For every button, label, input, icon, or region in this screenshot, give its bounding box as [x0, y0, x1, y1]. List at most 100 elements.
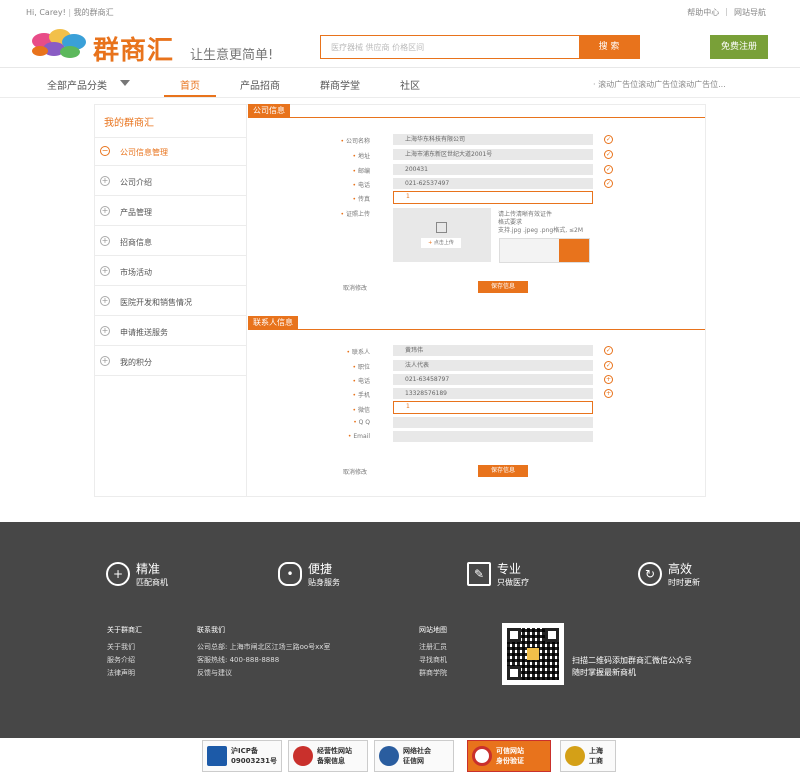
- slogan: 让生意更简单!: [190, 48, 274, 63]
- email-field[interactable]: [393, 431, 593, 442]
- field-label: • 邮编: [352, 168, 370, 175]
- shanghai-aic-badge[interactable]: 上海 工商: [560, 740, 616, 772]
- credit-badge[interactable]: 网络社会 征信网: [374, 740, 454, 772]
- add-icon[interactable]: +: [604, 389, 613, 398]
- icp-icon: [207, 746, 227, 766]
- main-nav: 全部产品分类 首页 产品招商 群商学堂 社区 · 滚动广告位滚动广告位滚动广告位…: [0, 68, 800, 98]
- help-center-link[interactable]: 帮助中心: [687, 7, 719, 18]
- sidebar-item-company-info[interactable]: − 公司信息管理: [94, 136, 247, 166]
- section-title: 联系人信息: [248, 316, 298, 330]
- footer-link[interactable]: 注册汇员: [419, 641, 447, 654]
- company-name-field[interactable]: 上海华东科技有限公司: [393, 134, 593, 145]
- sidebar-title: 我的群商汇: [104, 118, 154, 129]
- save-button[interactable]: 保存信息: [478, 465, 528, 477]
- upload-button[interactable]: + 点击上传: [421, 238, 461, 248]
- nav-products[interactable]: 产品招商: [240, 77, 280, 92]
- edit-icon: ✎: [467, 562, 491, 586]
- footer-link[interactable]: 服务介绍: [107, 654, 142, 667]
- search-button[interactable]: 搜 索: [579, 36, 639, 58]
- sidebar-item-points[interactable]: + 我的积分: [94, 346, 247, 376]
- sidebar-item-marketing[interactable]: + 市场活动: [94, 256, 247, 286]
- trusted-site-badge[interactable]: 可信网站 身份验证: [467, 740, 551, 772]
- icp-badge[interactable]: 沪ICP备 09003231号: [202, 740, 282, 772]
- my-account-link[interactable]: 我的群商汇: [74, 8, 114, 17]
- image-icon: [436, 222, 447, 233]
- footer-about: 关于群商汇 关于我们 服务介绍 法律声明: [107, 624, 142, 680]
- logo-icon[interactable]: [30, 27, 90, 61]
- contact-name-field[interactable]: 黄玮伟: [393, 345, 593, 356]
- field-label: • 公司名称: [340, 138, 370, 145]
- plus-circle-icon: +: [100, 266, 110, 276]
- business-site-badge[interactable]: 经营性网站 备案信息: [288, 740, 368, 772]
- search-plus-icon: +: [106, 562, 130, 586]
- wechat-field[interactable]: 1: [393, 401, 593, 414]
- add-icon[interactable]: +: [604, 375, 613, 384]
- position-field[interactable]: 法人代表: [393, 360, 593, 371]
- sidebar: 我的群商汇 − 公司信息管理 + 公司介绍 + 产品管理 + 招商信息 + 市场活动 + 医…: [94, 104, 247, 497]
- minus-circle-icon: −: [100, 146, 110, 156]
- license-upload-area[interactable]: + 点击上传: [393, 208, 491, 262]
- cancel-button[interactable]: 取消修改: [343, 467, 367, 476]
- contact-section-header: 联系人信息: [248, 316, 705, 330]
- field-label: • Email: [347, 433, 370, 440]
- contact-phone-field[interactable]: 021-63458797: [393, 374, 593, 385]
- field-label: • Q Q: [353, 419, 370, 426]
- top-bar-right: 帮助中心 | 网站导航: [687, 7, 766, 18]
- sidebar-item-hospital-sales[interactable]: + 医院开发和销售情况: [94, 286, 247, 316]
- field-label: • 电话: [352, 378, 370, 385]
- check-icon: ✓: [604, 165, 613, 174]
- shield-icon: [379, 746, 399, 766]
- mobile-field[interactable]: 13328576189: [393, 388, 593, 399]
- section-title: 公司信息: [248, 104, 290, 118]
- footer-link[interactable]: 群商学院: [419, 667, 447, 680]
- scrolling-ad[interactable]: · 滚动广告位滚动广告位滚动广告位...: [593, 79, 726, 90]
- feedback-link[interactable]: 反馈与建议: [197, 667, 330, 680]
- field-label: • 证照上传: [340, 211, 370, 218]
- sidebar-item-label: 公司介绍: [120, 178, 152, 187]
- trusted-icon: [472, 746, 492, 766]
- site-nav-link[interactable]: 网站导航: [734, 7, 766, 18]
- plus-circle-icon: +: [100, 326, 110, 336]
- fax-field[interactable]: 1: [393, 191, 593, 204]
- sidebar-item-company-intro[interactable]: + 公司介绍: [94, 166, 247, 196]
- footer-link[interactable]: 法律声明: [107, 667, 142, 680]
- register-button[interactable]: 免费注册: [710, 35, 768, 59]
- company-section-header: 公司信息: [248, 104, 705, 118]
- plus-circle-icon: +: [100, 296, 110, 306]
- sidebar-item-push-service[interactable]: + 申请推送服务: [94, 316, 247, 346]
- nav-home[interactable]: 首页: [180, 77, 200, 92]
- nav-school[interactable]: 群商学堂: [320, 77, 360, 92]
- greeting: Hi, Carey!: [26, 8, 66, 17]
- plus-circle-icon: +: [100, 206, 110, 216]
- sidebar-item-label: 我的积分: [120, 358, 152, 367]
- search-input[interactable]: 医疗器械 供应商 价格区间: [331, 42, 424, 53]
- cancel-button[interactable]: 取消修改: [343, 283, 367, 292]
- plus-circle-icon: +: [100, 236, 110, 246]
- save-button[interactable]: 保存信息: [478, 281, 528, 293]
- category-menu[interactable]: 全部产品分类: [47, 77, 107, 92]
- feature-professional: ✎ 专业 只做医疗: [467, 560, 529, 588]
- qq-field[interactable]: [393, 417, 593, 428]
- sidebar-item-label: 产品管理: [120, 208, 152, 217]
- sidebar-item-label: 市场活动: [120, 268, 152, 277]
- qr-caption: 扫描二维码添加群商汇微信公众号 随时掌握最新商机: [572, 656, 692, 677]
- sidebar-item-label: 招商信息: [120, 238, 152, 247]
- sidebar-item-label: 公司信息管理: [120, 148, 168, 157]
- feature-efficient: ↻ 高效 时时更新: [638, 560, 700, 588]
- footer-link[interactable]: 关于我们: [107, 641, 142, 654]
- field-label: • 手机: [352, 392, 370, 399]
- nav-community[interactable]: 社区: [400, 77, 420, 92]
- phone-field[interactable]: 021-62537497: [393, 178, 593, 189]
- sidebar-item-investment[interactable]: + 招商信息: [94, 226, 247, 256]
- trust-badges: 沪ICP备 09003231号 经营性网站 备案信息 网络社会 征信网 可信网站 身份验…: [0, 738, 800, 779]
- sidebar-item-label: 医院开发和销售情况: [120, 298, 192, 307]
- sidebar-item-products[interactable]: + 产品管理: [94, 196, 247, 226]
- postcode-field[interactable]: 200431: [393, 164, 593, 175]
- footer-link[interactable]: 寻找商机: [419, 654, 447, 667]
- search-box[interactable]: 医疗器械 供应商 价格区间 搜 索: [320, 35, 640, 59]
- address-field[interactable]: 上海市浦东新区世纪大道2001号: [393, 149, 593, 160]
- field-label: • 地址: [352, 153, 370, 160]
- chevron-down-icon[interactable]: [120, 80, 130, 86]
- divider: [0, 97, 800, 98]
- field-label: • 微信: [352, 407, 370, 414]
